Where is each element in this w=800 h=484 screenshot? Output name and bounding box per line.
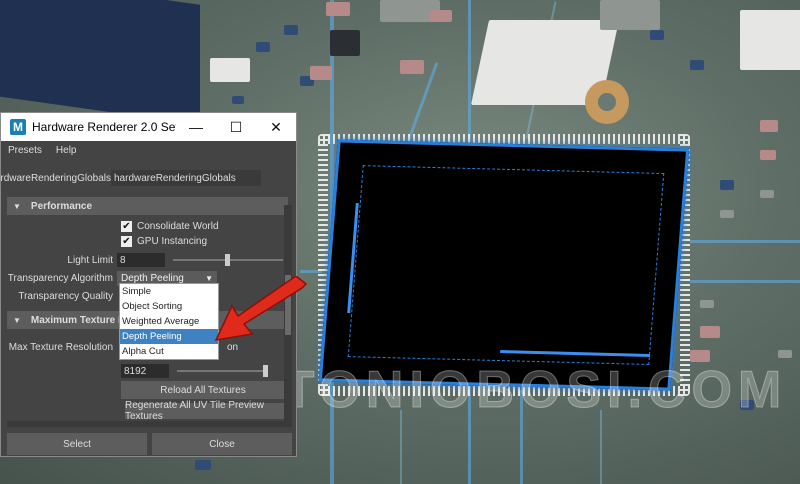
smd-part — [284, 25, 298, 35]
regenerate-uv-tile-preview-button[interactable]: Regenerate All UV Tile Preview Textures — [125, 400, 285, 422]
menu-bar: Presets Help — [1, 141, 296, 159]
horizontal-scrollbar[interactable] — [7, 421, 287, 427]
smd-part — [430, 10, 452, 22]
menu-help[interactable]: Help — [49, 145, 84, 156]
menu-presets[interactable]: Presets — [1, 145, 49, 156]
collapse-triangle-icon: ▼ — [13, 201, 21, 211]
globals-node-row: hardwareRenderingGlobals: hardwareRender… — [1, 167, 296, 189]
max-texture-value-row: 8192 — [1, 362, 296, 380]
maximize-icon: ☐ — [229, 118, 243, 135]
smd-part — [310, 66, 332, 80]
light-limit-slider[interactable] — [173, 254, 283, 266]
smd-part — [720, 210, 734, 218]
grey-component — [600, 0, 660, 30]
smd-part — [760, 190, 774, 198]
max-texture-slider[interactable] — [177, 365, 268, 377]
option-object-sorting[interactable]: Object Sorting — [120, 299, 218, 314]
consolidate-world-checkbox[interactable]: ✔ — [121, 221, 132, 232]
transparency-algorithm-dropdown: Simple Object Sorting Weighted Average D… — [119, 283, 219, 360]
pcb-trace — [600, 410, 602, 484]
gpu-instancing-checkbox[interactable]: ✔ — [121, 236, 132, 247]
consolidate-world-row: ✔ Consolidate World — [1, 219, 296, 234]
option-depth-peeling[interactable]: Depth Peeling — [120, 329, 218, 344]
light-limit-row: Light Limit 8 — [1, 251, 296, 269]
transparency-algorithm-label: Transparency Algorithm — [7, 272, 113, 284]
select-button[interactable]: Select — [7, 433, 147, 455]
chip-inner-outline — [347, 165, 665, 365]
light-limit-field[interactable]: 8 — [117, 253, 165, 267]
smd-part — [400, 60, 424, 74]
smd-part — [256, 42, 270, 52]
gpu-instancing-row: ✔ GPU Instancing — [1, 234, 296, 249]
white-component — [740, 10, 800, 70]
option-simple[interactable]: Simple — [120, 284, 218, 299]
close-window-button[interactable]: ✕ — [256, 113, 296, 141]
red-arrow-icon — [214, 276, 308, 341]
pcb-trace — [400, 410, 402, 484]
max-texture-resolution-label: Max Texture Resolution — [8, 341, 113, 353]
window-title: Hardware Renderer 2.0 Sett... — [32, 120, 176, 134]
close-button[interactable]: Close — [152, 433, 292, 455]
chip-body — [318, 139, 690, 391]
smd-part — [778, 350, 792, 358]
light-limit-label: Light Limit — [67, 254, 113, 266]
smd-part — [760, 150, 776, 160]
blue-component — [0, 0, 200, 125]
maximize-button[interactable]: ☐ — [216, 113, 256, 141]
smd-part — [720, 180, 734, 190]
white-component — [210, 58, 250, 82]
smd-part — [326, 2, 350, 16]
smd-part — [700, 326, 720, 338]
close-icon: ✕ — [270, 118, 282, 135]
globals-label: hardwareRenderingGlobals: — [1, 172, 111, 184]
smd-part — [195, 460, 211, 470]
performance-section-header[interactable]: ▼ Performance — [7, 197, 288, 215]
reload-all-textures-button[interactable]: Reload All Textures — [121, 381, 285, 399]
smd-part — [760, 120, 778, 132]
smd-part — [232, 96, 244, 104]
minimize-button[interactable]: — — [176, 113, 216, 141]
pcb-trace — [690, 280, 800, 283]
max-texture-resolution-field[interactable]: 8192 — [121, 364, 169, 378]
smd-part — [700, 300, 714, 308]
gpu-instancing-label: GPU Instancing — [137, 236, 208, 247]
smd-part — [650, 30, 664, 40]
option-weighted-average[interactable]: Weighted Average — [120, 314, 218, 329]
transparency-quality-label: Transparency Quality — [18, 290, 113, 302]
copper-pad — [585, 80, 629, 124]
ic-chip — [318, 134, 690, 396]
consolidate-world-label: Consolidate World — [137, 221, 219, 232]
minimize-icon: — — [189, 119, 203, 135]
slider-handle[interactable] — [225, 254, 230, 266]
smd-part — [690, 60, 704, 70]
pcb-trace — [690, 240, 800, 243]
dark-component — [330, 30, 360, 56]
collapse-triangle-icon: ▼ — [13, 315, 21, 325]
option-alpha-cut[interactable]: Alpha Cut — [120, 344, 218, 359]
title-bar[interactable]: M Hardware Renderer 2.0 Sett... — ☐ ✕ — [1, 113, 296, 141]
globals-node-field[interactable]: hardwareRenderingGlobals — [111, 170, 261, 186]
slider-handle[interactable] — [263, 365, 268, 377]
maya-app-icon: M — [10, 119, 26, 135]
